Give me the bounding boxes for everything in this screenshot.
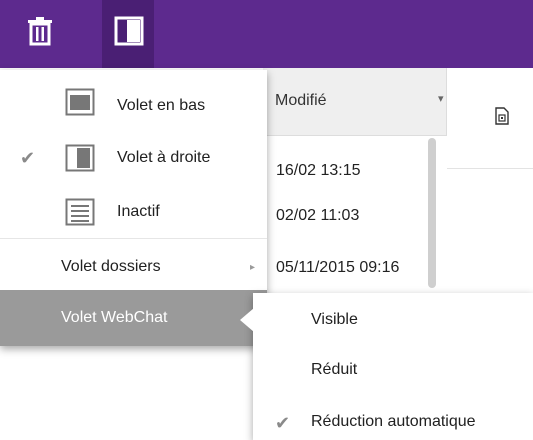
list-item-date[interactable]: 16/02 13:15 — [276, 162, 361, 180]
pane-bottom-icon — [65, 88, 95, 116]
column-header-label: Modifié — [275, 92, 327, 109]
menu-item-pane-bottom[interactable]: Volet en bas — [0, 70, 267, 126]
list-item-date[interactable]: 05/11/2015 09:16 — [276, 259, 399, 277]
submenu-item-visible[interactable]: Visible — [253, 293, 533, 343]
submenu-arrow-icon: ▸ — [250, 262, 256, 273]
webchat-submenu: Visible Réduit ✔ Réduction automatique — [253, 293, 533, 440]
menu-item-folders-pane[interactable]: Volet dossiers ▸ — [0, 239, 267, 290]
sort-indicator[interactable]: ▾ — [438, 92, 444, 105]
submenu-pointer — [240, 308, 254, 332]
document-icon[interactable] — [495, 107, 509, 125]
checkmark-icon: ✔ — [20, 148, 36, 168]
trash-icon — [28, 17, 52, 46]
reading-pane-button[interactable] — [102, 0, 154, 68]
list-scrollbar[interactable] — [428, 138, 436, 288]
submenu-item-label: Visible — [311, 311, 358, 328]
reading-pane-icon — [114, 16, 144, 46]
pane-menu: Volet en bas ✔ Volet à droite Inactif Vo… — [0, 70, 267, 346]
list-item-date[interactable]: 02/02 11:03 — [276, 207, 359, 225]
delete-button[interactable] — [14, 0, 66, 68]
top-toolbar — [0, 0, 533, 68]
checkmark-icon: ✔ — [275, 413, 291, 433]
menu-item-label: Volet dossiers — [61, 258, 161, 275]
menu-item-label: Inactif — [117, 203, 160, 220]
menu-item-pane-right[interactable]: ✔ Volet à droite — [0, 126, 267, 182]
submenu-item-label: Réduction automatique — [311, 413, 476, 430]
menu-item-pane-off[interactable]: Inactif — [0, 182, 267, 238]
menu-item-label: Volet WebChat — [61, 309, 168, 326]
menu-item-label: Volet à droite — [117, 149, 211, 166]
pane-off-icon — [65, 198, 95, 226]
menu-item-webchat-pane[interactable]: Volet WebChat — [0, 290, 267, 346]
preview-header — [447, 68, 533, 169]
submenu-item-auto-reduce[interactable]: ✔ Réduction automatique — [253, 393, 533, 440]
submenu-item-label: Réduit — [311, 361, 358, 378]
submenu-item-reduced[interactable]: Réduit — [253, 343, 533, 393]
menu-item-label: Volet en bas — [117, 97, 206, 114]
pane-right-icon — [65, 144, 95, 172]
